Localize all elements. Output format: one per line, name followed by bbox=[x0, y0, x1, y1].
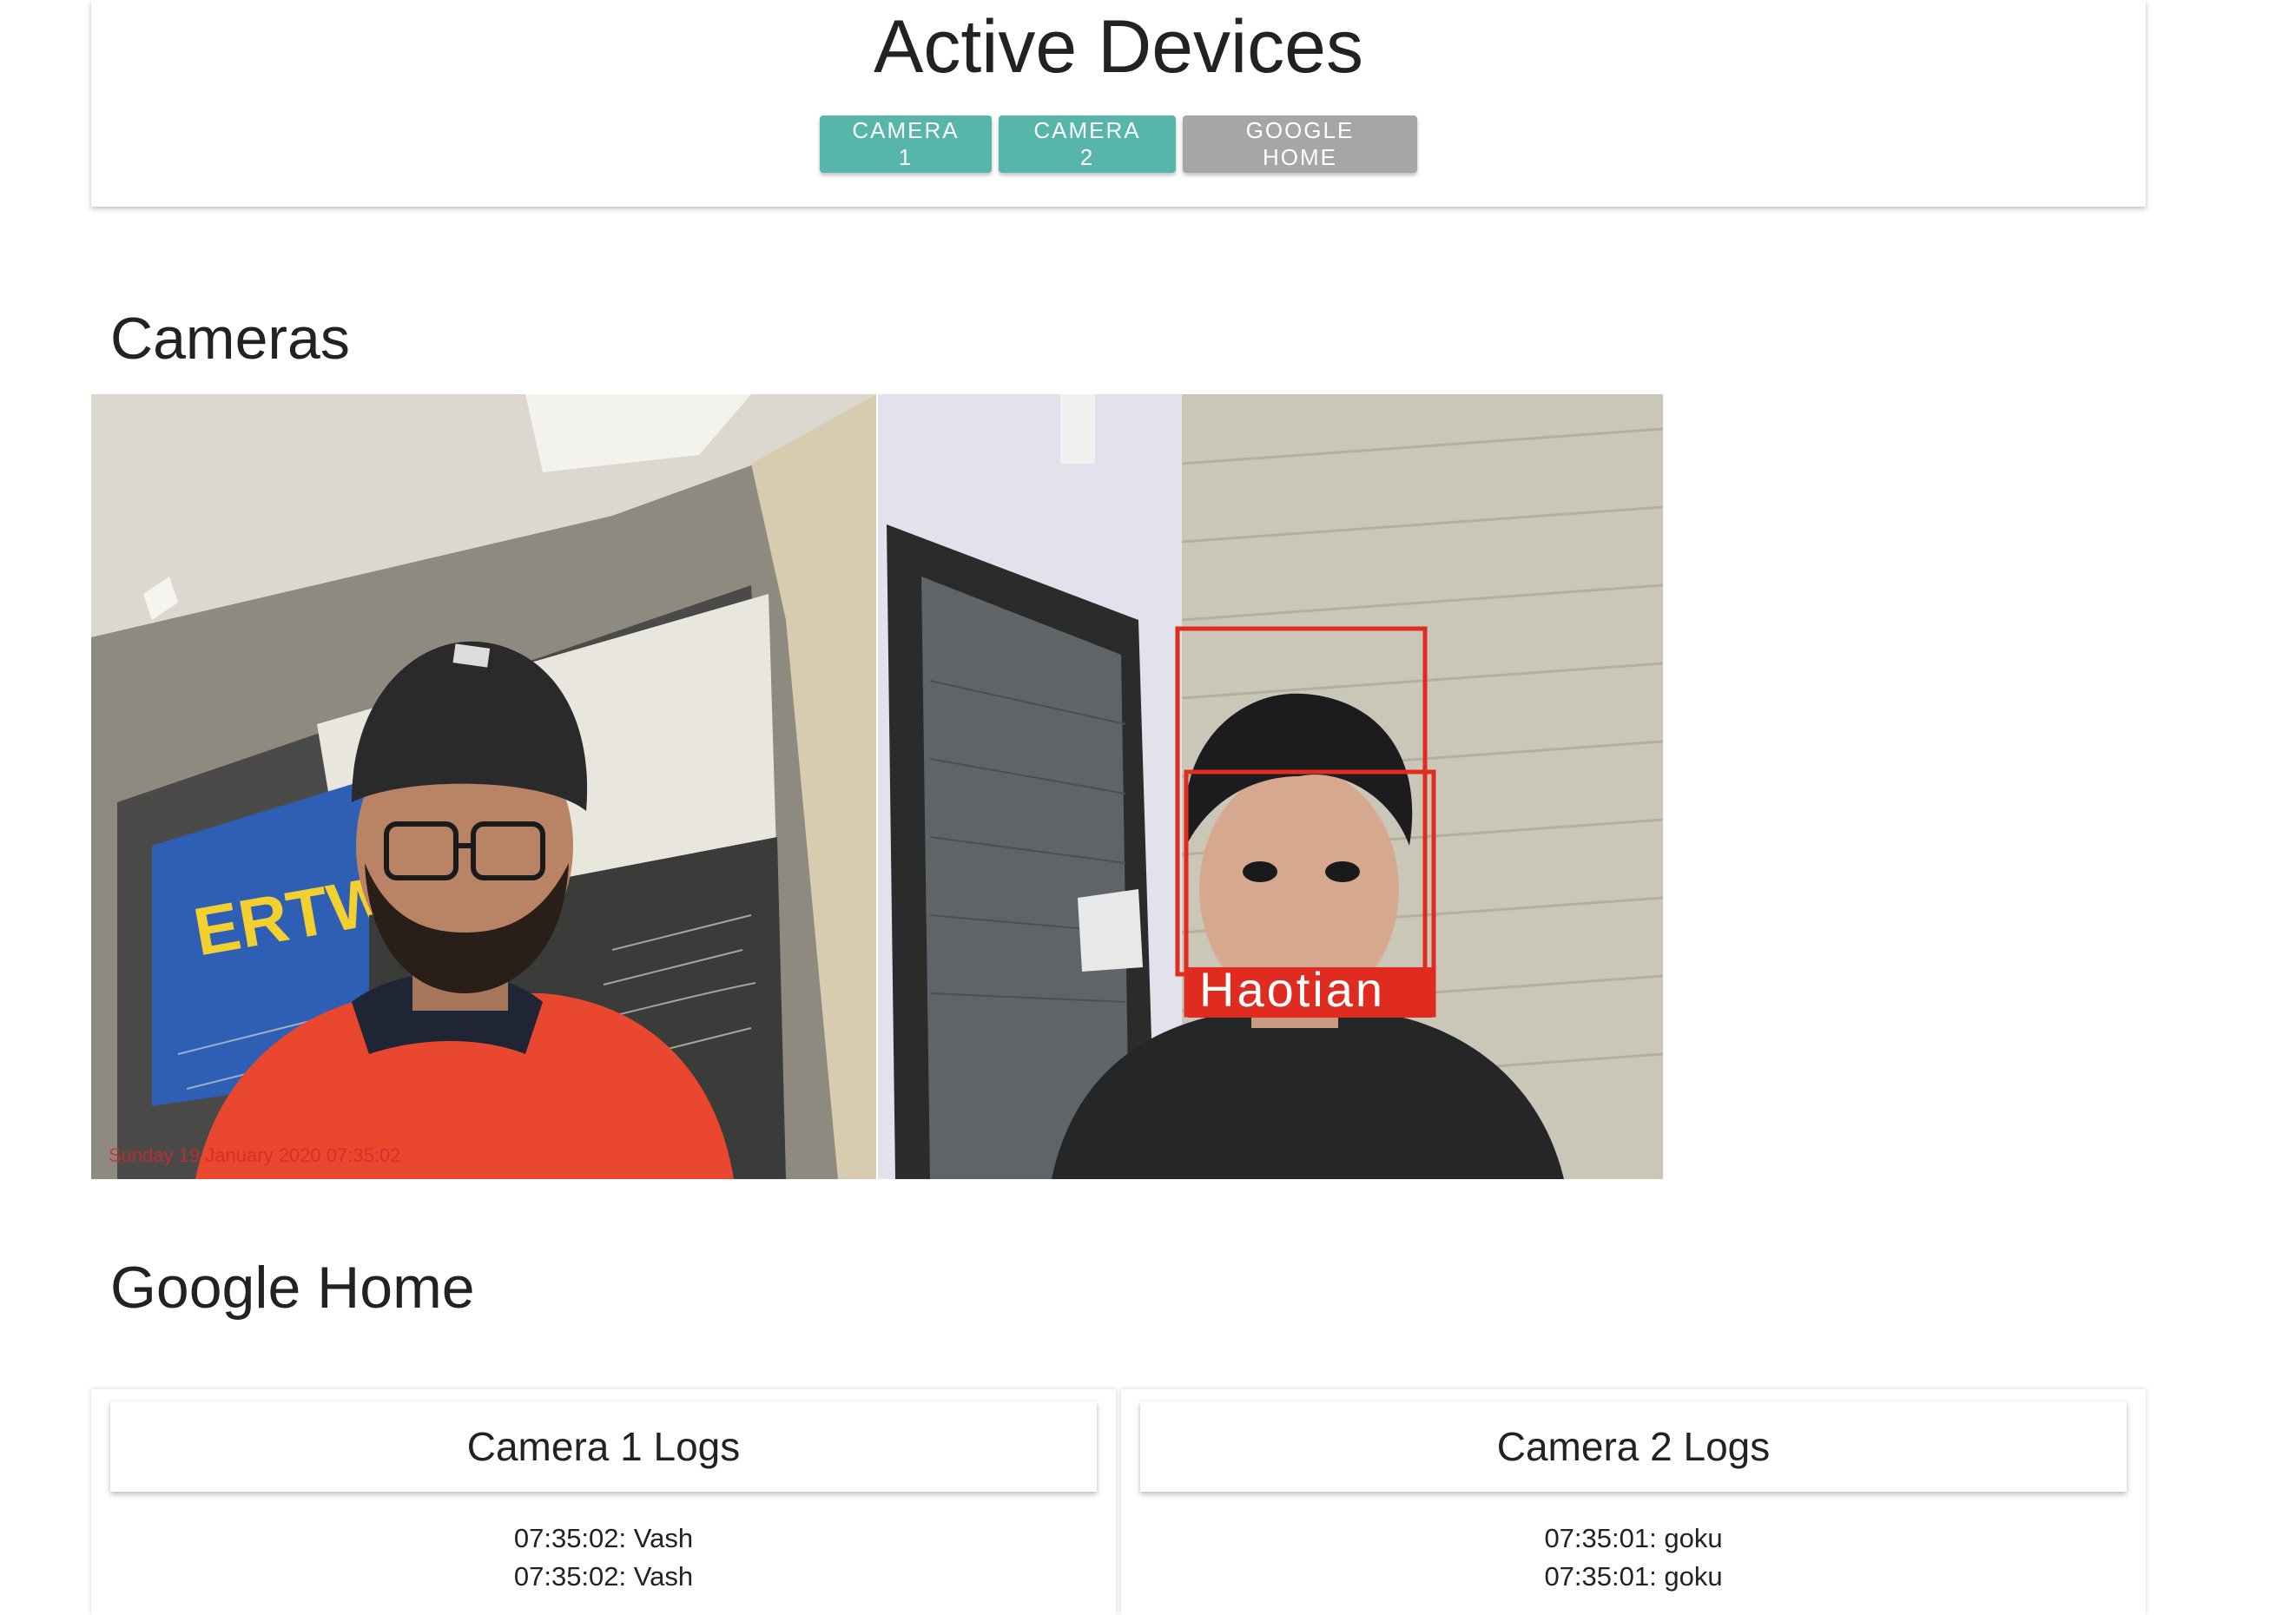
camera-2-log-list: 07:35:01: goku 07:35:01: goku bbox=[1121, 1519, 2146, 1596]
camera-1-timestamp: Sunday 19 January 2020 07:35:02 bbox=[109, 1144, 401, 1166]
camera-2-feed: Haotian bbox=[878, 394, 1663, 1179]
camera-1-image: ERTW bbox=[91, 394, 876, 1179]
log-entry: 07:35:01: goku bbox=[1544, 1523, 1723, 1553]
device-button-row: CAMERA 1 CAMERA 2 GOOGLE HOME bbox=[91, 115, 2146, 173]
log-entry: 07:35:01: goku bbox=[1544, 1561, 1723, 1592]
camera-2-logs-title: Camera 2 Logs bbox=[1140, 1401, 2127, 1492]
camera-1-log-list: 07:35:02: Vash 07:35:02: Vash bbox=[91, 1519, 1116, 1596]
log-entry: 07:35:02: Vash bbox=[513, 1561, 694, 1592]
camera-1-logs-title: Camera 1 Logs bbox=[110, 1401, 1097, 1492]
camera-1-logs-panel: Camera 1 Logs 07:35:02: Vash 07:35:02: V… bbox=[91, 1389, 1116, 1615]
cameras-section-title: Cameras bbox=[110, 306, 350, 372]
page-container: Active Devices CAMERA 1 CAMERA 2 GOOGLE … bbox=[91, 0, 2146, 1615]
logs-container: Camera 1 Logs 07:35:02: Vash 07:35:02: V… bbox=[91, 1389, 2146, 1615]
google-home-section-title: Google Home bbox=[110, 1255, 475, 1321]
devices-header-card: Active Devices CAMERA 1 CAMERA 2 GOOGLE … bbox=[91, 0, 2146, 207]
google-home-button[interactable]: GOOGLE HOME bbox=[1183, 115, 1417, 173]
camera-2-image bbox=[878, 394, 1663, 1179]
detection-label: Haotian bbox=[1199, 962, 1386, 1017]
camera-1-button[interactable]: CAMERA 1 bbox=[820, 115, 992, 173]
page-title: Active Devices bbox=[874, 5, 1363, 89]
log-entry: 07:35:02: Vash bbox=[513, 1523, 694, 1553]
camera-1-feed: ERTW Sunday 19 January 2020 07:35:02 bbox=[91, 394, 876, 1179]
camera-feeds: ERTW Sunday 19 January 2020 07:35:02 Hao… bbox=[91, 394, 1663, 1179]
camera-2-logs-panel: Camera 2 Logs 07:35:01: goku 07:35:01: g… bbox=[1121, 1389, 2146, 1615]
camera-2-button[interactable]: CAMERA 2 bbox=[999, 115, 1176, 173]
